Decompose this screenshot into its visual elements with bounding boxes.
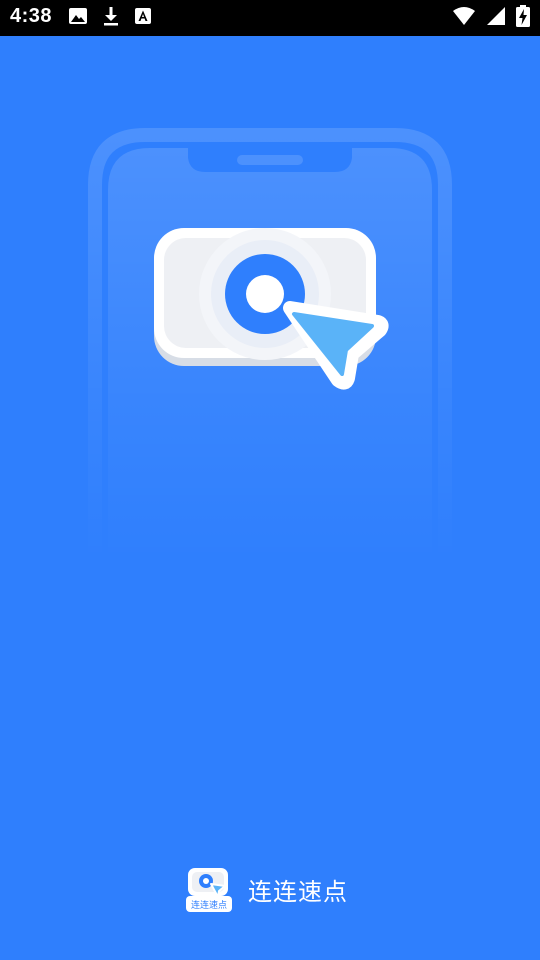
app-logo-text: 连连速点 xyxy=(191,899,227,911)
app-logo-icon: 连连速点 xyxy=(184,864,234,914)
splash-illustration xyxy=(0,0,540,720)
brand-footer: 连连速点 连连速点 xyxy=(184,864,348,914)
app-name: 连连速点 xyxy=(248,877,348,906)
